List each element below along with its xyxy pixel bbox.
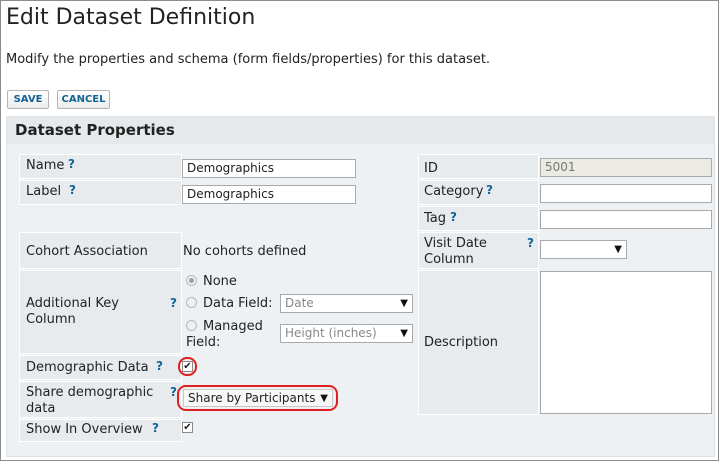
share-select-value: Share by Participants: [188, 391, 316, 405]
key-managed-field-radio[interactable]: [186, 320, 197, 331]
share-label-line1: Share demographic: [26, 385, 154, 400]
category-label: Category: [424, 184, 484, 199]
chevron-down-icon: ▼: [614, 244, 622, 255]
id-label-cell: ID: [418, 154, 539, 179]
chevron-down-icon: ▼: [400, 328, 408, 339]
managed-field-select-value: Height (inches): [285, 326, 377, 340]
share-label-line2: data: [26, 401, 56, 416]
demographic-label-cell: Demographic Data ?: [19, 355, 182, 380]
key-none-label: None: [203, 274, 237, 289]
tag-label-cell: Tag ?: [418, 206, 539, 231]
tag-help-icon[interactable]: ?: [450, 210, 457, 224]
share-select[interactable]: Share by Participants ▼: [183, 389, 333, 407]
id-label: ID: [424, 161, 438, 176]
demographic-label: Demographic Data: [26, 360, 149, 375]
demographic-help-icon[interactable]: ?: [156, 359, 163, 373]
additional-key-label-line1: Additional Key: [26, 296, 119, 311]
category-help-icon[interactable]: ?: [486, 183, 493, 197]
tag-label: Tag: [424, 211, 447, 226]
key-data-field-radio[interactable]: [186, 297, 197, 308]
cancel-button[interactable]: CANCEL: [57, 90, 110, 109]
name-help-icon[interactable]: ?: [68, 157, 75, 171]
label-input[interactable]: Demographics: [182, 185, 356, 204]
category-input[interactable]: [540, 184, 712, 203]
visit-date-label-line1: Visit Date: [424, 236, 487, 251]
description-textarea[interactable]: [540, 271, 712, 414]
category-label-cell: Category ?: [418, 180, 539, 205]
visit-date-label-cell: Visit Date Column ?: [418, 232, 539, 269]
save-button[interactable]: SAVE: [7, 90, 49, 109]
visit-date-help-icon[interactable]: ?: [527, 236, 534, 250]
description-label: Description: [424, 335, 499, 350]
overview-label-cell: Show In Overview ?: [19, 419, 182, 442]
data-field-select[interactable]: Date ▼: [280, 294, 413, 313]
page-description: Modify the properties and schema (form f…: [6, 52, 491, 67]
key-managed-field-label-line1: Managed: [203, 319, 263, 334]
label-help-icon[interactable]: ?: [69, 183, 76, 197]
visit-date-label-line2: Column: [424, 252, 474, 267]
name-input[interactable]: Demographics: [182, 159, 356, 178]
key-managed-field-label-line2: Field:: [186, 335, 221, 350]
panel-header: Dataset Properties: [7, 117, 714, 144]
cohort-value: No cohorts defined: [183, 244, 307, 259]
label-label-cell: Label ?: [19, 180, 182, 205]
name-label: Name: [26, 158, 65, 173]
id-input: 5001: [540, 158, 712, 177]
chevron-down-icon: ▼: [400, 298, 408, 309]
panel-title: Dataset Properties: [15, 121, 175, 139]
key-none-radio[interactable]: [186, 275, 197, 286]
additional-key-help-icon[interactable]: ?: [170, 296, 177, 310]
additional-key-label-cell: Additional Key Column ?: [19, 270, 182, 354]
label-label: Label: [26, 184, 62, 199]
tag-input[interactable]: [540, 210, 712, 229]
window-frame: Edit Dataset Definition Modify the prope…: [0, 0, 719, 461]
name-label-cell: Name ?: [19, 154, 182, 179]
description-label-cell: Description: [418, 270, 539, 415]
chevron-down-icon: ▼: [320, 393, 328, 404]
demographic-checkbox[interactable]: ✔: [182, 361, 193, 372]
page-title: Edit Dataset Definition: [6, 5, 256, 30]
overview-label: Show In Overview: [26, 422, 143, 437]
cohort-label: Cohort Association: [26, 244, 148, 259]
cohort-label-cell: Cohort Association: [19, 232, 182, 269]
data-field-select-value: Date: [285, 296, 314, 310]
key-data-field-label: Data Field:: [203, 296, 273, 311]
managed-field-select[interactable]: Height (inches) ▼: [280, 324, 413, 343]
additional-key-label-line2: Column: [26, 312, 76, 327]
dataset-properties-panel: Dataset Properties Name ? Label ? Cohort…: [6, 116, 715, 457]
visit-date-select[interactable]: ▼: [540, 240, 627, 259]
overview-checkbox[interactable]: ✔: [182, 422, 193, 433]
share-label-cell: Share demographic data ?: [19, 381, 182, 418]
share-help-icon[interactable]: ?: [170, 385, 177, 399]
overview-help-icon[interactable]: ?: [152, 421, 159, 435]
